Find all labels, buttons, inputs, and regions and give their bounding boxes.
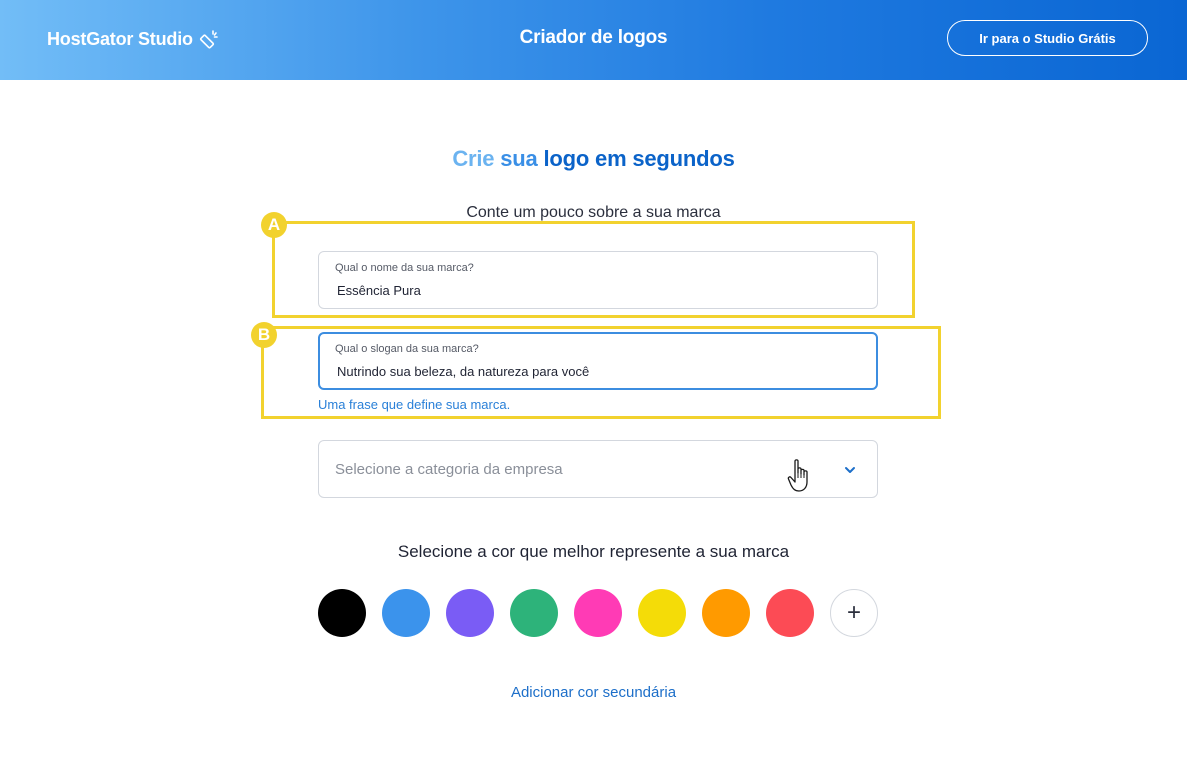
color-swatch-red[interactable]: [766, 589, 814, 637]
color-swatch-green[interactable]: [510, 589, 558, 637]
category-placeholder: Selecione a categoria da empresa: [335, 461, 563, 478]
color-swatch-purple[interactable]: [446, 589, 494, 637]
color-swatch-orange[interactable]: [702, 589, 750, 637]
color-section-title: Selecione a cor que melhor represente a …: [397, 542, 790, 561]
go-to-studio-button[interactable]: Ir para o Studio Grátis: [947, 20, 1148, 56]
annotation-box-a: [272, 221, 915, 318]
brand-logo[interactable]: HostGator Studio: [47, 27, 219, 51]
annotation-badge-a: A: [261, 212, 287, 238]
form-subtitle: Conte um pouco sobre a sua marca: [466, 204, 721, 221]
color-swatch-black[interactable]: [318, 589, 366, 637]
color-swatch-yellow[interactable]: [638, 589, 686, 637]
page-title-part-1: Crie: [452, 146, 495, 171]
brand-name: HostGator Studio: [47, 28, 193, 49]
color-swatches: +: [318, 589, 878, 637]
annotation-box-b: [261, 326, 941, 419]
chevron-down-icon[interactable]: [843, 463, 857, 477]
page-title-part-3: logo em segundos: [543, 146, 735, 171]
add-secondary-color-link[interactable]: Adicionar cor secundária: [0, 684, 1187, 701]
page-title-part-2: sua: [500, 146, 538, 171]
color-swatch-blue[interactable]: [382, 589, 430, 637]
hand-pointer-cursor-icon: [787, 459, 808, 492]
magic-wand-icon: [199, 30, 218, 49]
color-swatch-pink[interactable]: [574, 589, 622, 637]
page-title: Crie sua logo em segundos: [0, 146, 1187, 172]
top-header: HostGator Studio Criador de logos Ir par…: [0, 0, 1187, 80]
add-color-button[interactable]: +: [830, 589, 878, 637]
annotation-badge-b: B: [251, 322, 277, 348]
